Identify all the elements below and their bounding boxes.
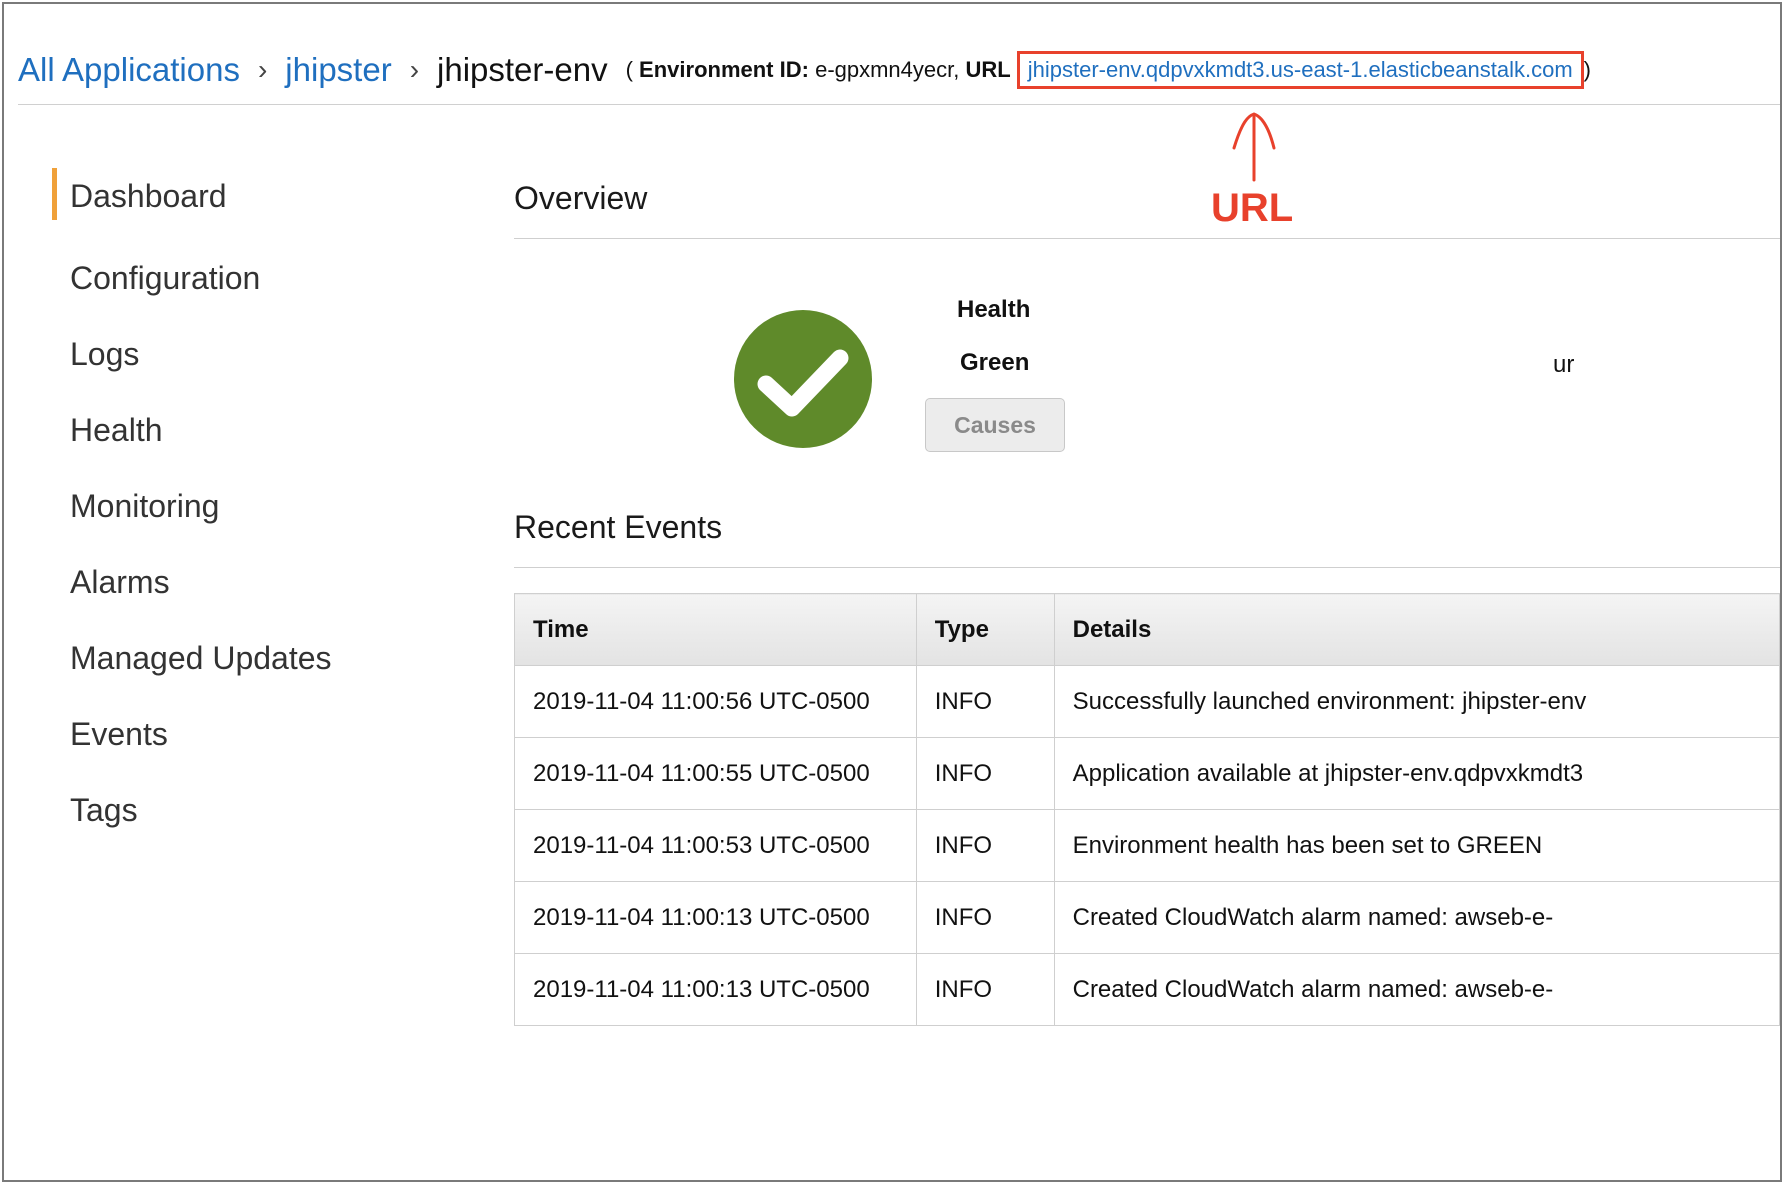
recent-events-divider bbox=[514, 567, 1780, 568]
event-details: Successfully launched environment: jhips… bbox=[1053, 665, 1780, 738]
env-id-label: Environment ID: bbox=[639, 57, 809, 82]
events-table: Time Type Details 2019-11-04 11:00:56 UT… bbox=[514, 593, 1780, 1026]
column-header-type[interactable]: Type bbox=[915, 593, 1055, 666]
column-header-time[interactable]: Time bbox=[514, 593, 917, 666]
health-check-icon bbox=[734, 310, 872, 448]
breadcrumb-separator: › bbox=[409, 54, 420, 85]
table-row: 2019-11-04 11:00:56 UTC-0500 INFO Succes… bbox=[514, 665, 1780, 738]
table-row: 2019-11-04 11:00:13 UTC-0500 INFO Create… bbox=[514, 953, 1780, 1026]
events-header-row: Time Type Details bbox=[514, 593, 1780, 666]
breadcrumb-separator: › bbox=[257, 54, 268, 85]
clipped-overview-text: ur bbox=[1553, 351, 1575, 378]
app-frame: All Applications › jhipster › jhipster-e… bbox=[2, 2, 1782, 1182]
health-label: Health bbox=[957, 296, 1031, 323]
nav-item-events[interactable]: Events bbox=[52, 696, 332, 772]
breadcrumb-environment: jhipster-env bbox=[437, 51, 608, 88]
nav-item-logs[interactable]: Logs bbox=[52, 316, 332, 392]
annotation-label: URL bbox=[1211, 186, 1294, 230]
event-time: 2019-11-04 11:00:55 UTC-0500 bbox=[514, 737, 917, 810]
table-row: 2019-11-04 11:00:13 UTC-0500 INFO Create… bbox=[514, 881, 1780, 954]
event-time: 2019-11-04 11:00:56 UTC-0500 bbox=[514, 665, 917, 738]
event-details: Application available at jhipster-env.qd… bbox=[1053, 737, 1780, 810]
table-row: 2019-11-04 11:00:53 UTC-0500 INFO Enviro… bbox=[514, 809, 1780, 882]
event-time: 2019-11-04 11:00:13 UTC-0500 bbox=[514, 953, 917, 1026]
annotation-arrow-icon bbox=[1232, 112, 1276, 182]
event-type: INFO bbox=[915, 953, 1055, 1026]
causes-button[interactable]: Causes bbox=[925, 398, 1065, 452]
environment-meta: ( Environment ID: e-gpxmn4yecr, URL jhips… bbox=[626, 51, 1591, 89]
url-highlight-box: jhipster-env.qdpvxkmdt3.us-east-1.elasti… bbox=[1016, 51, 1584, 89]
environment-url-link[interactable]: jhipster-env.qdpvxkmdt3.us-east-1.elasti… bbox=[1028, 57, 1573, 82]
meta-close-paren: ) bbox=[1583, 57, 1591, 82]
table-row: 2019-11-04 11:00:55 UTC-0500 INFO Applic… bbox=[514, 737, 1780, 810]
health-status: Green bbox=[960, 349, 1030, 376]
meta-open-paren: ( bbox=[625, 57, 633, 82]
nav-item-alarms[interactable]: Alarms bbox=[52, 544, 332, 620]
event-details: Environment health has been set to GREEN bbox=[1053, 809, 1780, 882]
recent-events-title: Recent Events bbox=[514, 509, 723, 545]
nav-item-monitoring[interactable]: Monitoring bbox=[52, 468, 332, 544]
event-type: INFO bbox=[915, 881, 1055, 954]
breadcrumb: All Applications › jhipster › jhipster-e… bbox=[18, 50, 1591, 90]
breadcrumb-application[interactable]: jhipster bbox=[285, 51, 391, 89]
event-details: Created CloudWatch alarm named: awseb-e- bbox=[1053, 953, 1780, 1026]
event-details: Created CloudWatch alarm named: awseb-e- bbox=[1053, 881, 1780, 954]
env-id-value: e-gpxmn4yecr, bbox=[815, 57, 960, 82]
nav-item-tags[interactable]: Tags bbox=[52, 772, 332, 848]
nav-item-configuration[interactable]: Configuration bbox=[52, 240, 332, 316]
check-mark-icon bbox=[757, 349, 849, 417]
breadcrumb-all-applications[interactable]: All Applications bbox=[18, 51, 240, 89]
event-time: 2019-11-04 11:00:53 UTC-0500 bbox=[514, 809, 917, 882]
sidebar-nav: Dashboard Configuration Logs Health Moni… bbox=[52, 164, 332, 848]
url-label: URL bbox=[965, 57, 1011, 82]
event-time: 2019-11-04 11:00:13 UTC-0500 bbox=[514, 881, 917, 954]
column-header-details[interactable]: Details bbox=[1053, 593, 1780, 666]
overview-divider bbox=[514, 238, 1780, 239]
event-type: INFO bbox=[915, 809, 1055, 882]
event-type: INFO bbox=[915, 737, 1055, 810]
event-type: INFO bbox=[915, 665, 1055, 738]
nav-item-health[interactable]: Health bbox=[52, 392, 332, 468]
overview-title: Overview bbox=[514, 180, 648, 216]
nav-item-dashboard[interactable]: Dashboard bbox=[52, 164, 332, 228]
nav-item-managed-updates[interactable]: Managed Updates bbox=[52, 620, 332, 696]
header-divider bbox=[18, 104, 1780, 105]
